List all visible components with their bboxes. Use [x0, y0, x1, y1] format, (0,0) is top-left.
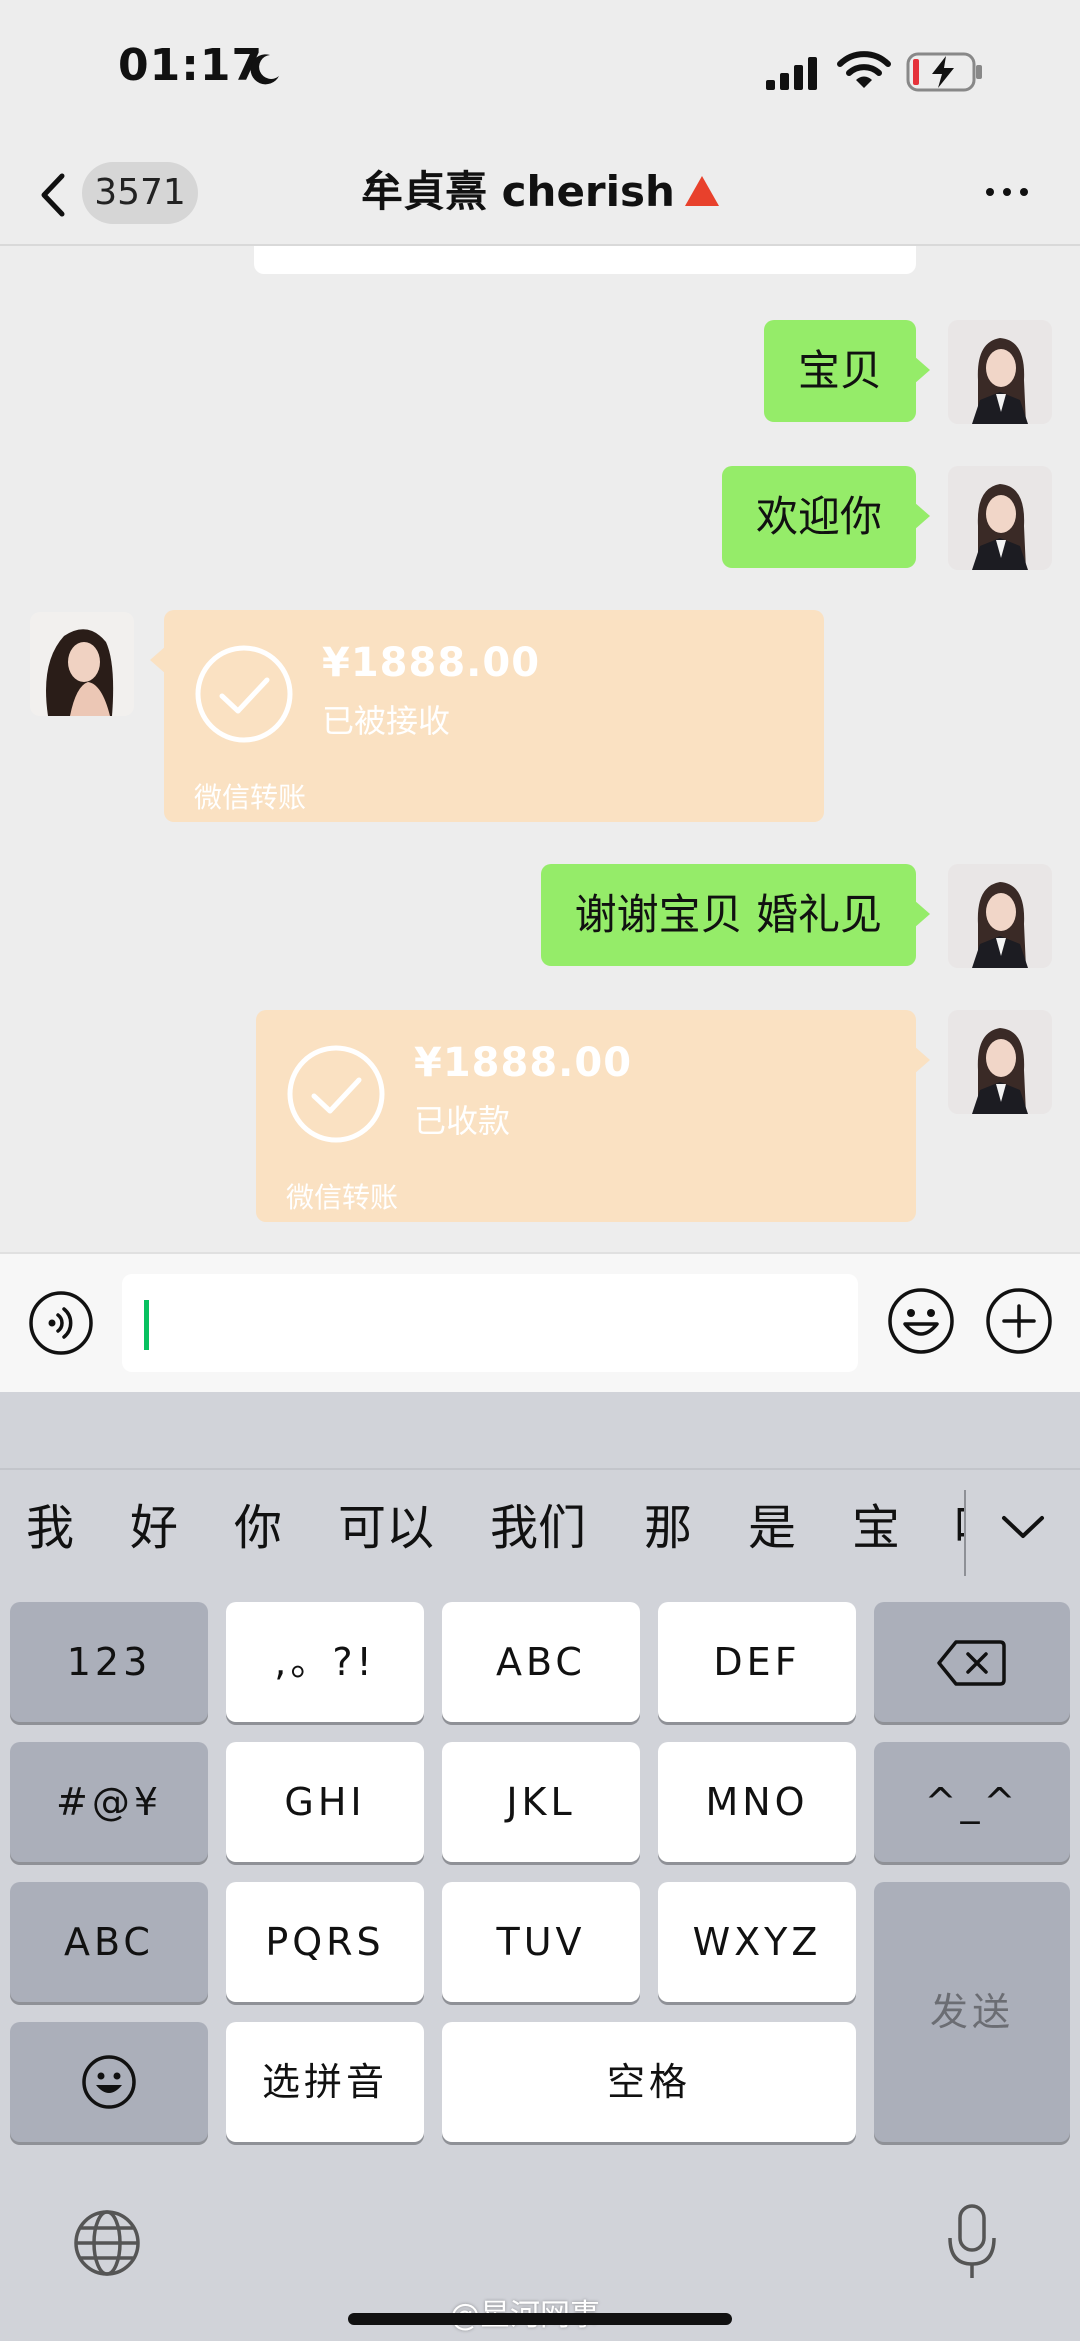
my-avatar[interactable]: [948, 320, 1052, 424]
chat-title-text: 牟貞熹 cherish: [361, 167, 675, 216]
back-icon[interactable]: [36, 170, 70, 220]
chevron-down-icon[interactable]: [998, 1510, 1048, 1544]
message-bubble[interactable]: 谢谢宝贝 婚礼见: [540, 864, 931, 966]
globe-icon[interactable]: [72, 2208, 142, 2278]
space-key[interactable]: 空格: [442, 2022, 856, 2142]
key-def[interactable]: DEF: [658, 1602, 856, 1722]
message-bubble[interactable]: 宝贝: [763, 320, 931, 422]
my-avatar[interactable]: [948, 864, 1052, 968]
battery-icon: [906, 52, 982, 92]
emoji-icon[interactable]: [886, 1286, 956, 1356]
key-123[interactable]: 123: [10, 1602, 208, 1722]
backspace-icon: [937, 1640, 1006, 1686]
key-wxyz[interactable]: WXYZ: [658, 1882, 856, 2002]
moon-icon: [250, 54, 279, 85]
voice-input-icon[interactable]: [28, 1290, 94, 1356]
candidate-word[interactable]: 吖: [954, 1498, 964, 1558]
more-options-icon[interactable]: [982, 176, 1032, 206]
my-avatar[interactable]: [948, 1010, 1052, 1114]
candidate-word[interactable]: 那: [644, 1498, 692, 1558]
emoji-key[interactable]: [10, 2022, 208, 2142]
transfer-status: 已收款: [414, 1102, 511, 1140]
transfer-amount: ¥1888.00: [414, 1040, 633, 1086]
transfer-label: 微信转账: [286, 1181, 399, 1214]
chat-title[interactable]: 牟貞熹 cherish: [240, 160, 840, 224]
emoji-icon: [82, 2055, 136, 2109]
key-abc[interactable]: ABC: [442, 1602, 640, 1722]
transfer-label: 微信转账: [194, 781, 307, 814]
key-kaomoji[interactable]: ^_^: [874, 1742, 1070, 1862]
triangle-emoji-icon: [684, 175, 719, 206]
message-input[interactable]: [122, 1274, 858, 1372]
signal-icon: [766, 57, 817, 90]
key-abc-switch[interactable]: ABC: [10, 1882, 208, 2002]
send-key[interactable]: 发送: [874, 1882, 1070, 2142]
candidate-word[interactable]: 是: [748, 1498, 796, 1558]
key-ghi[interactable]: GHI: [226, 1742, 424, 1862]
check-circle-icon: [195, 645, 293, 743]
unread-count-badge[interactable]: 3571: [82, 162, 198, 224]
status-time: 01:17: [118, 40, 264, 91]
keyboard: 我 好 你 可以 我们 那 是 宝 吖 123 ,。?! ABC DEF #@¥…: [0, 1392, 1080, 2341]
key-pqrs[interactable]: PQRS: [226, 1882, 424, 2002]
transfer-status: 已被接收: [322, 702, 451, 740]
key-jkl[interactable]: JKL: [442, 1742, 640, 1862]
wifi-icon: [837, 51, 891, 88]
backspace-key[interactable]: [874, 1602, 1070, 1722]
candidate-word[interactable]: 你: [234, 1498, 282, 1558]
check-circle-icon: [287, 1045, 385, 1143]
message-bubble[interactable]: 欢迎你: [721, 466, 931, 568]
key-select-pinyin[interactable]: 选拼音: [226, 2022, 424, 2142]
home-indicator[interactable]: [348, 2313, 732, 2325]
key-mno[interactable]: MNO: [658, 1742, 856, 1862]
plus-icon[interactable]: [984, 1286, 1054, 1356]
input-bar: [0, 1252, 1080, 1392]
transfer-amount: ¥1888.00: [322, 640, 541, 686]
candidate-word[interactable]: 我: [26, 1498, 74, 1558]
transfer-card[interactable]: ¥1888.00 已被接收 微信转账: [150, 610, 824, 822]
candidate-word[interactable]: 可以: [338, 1498, 434, 1558]
candidate-bar: 我 好 你 可以 我们 那 是 宝 吖: [0, 1468, 1080, 1586]
candidate-word[interactable]: 宝: [852, 1498, 900, 1558]
candidate-word[interactable]: 好: [130, 1498, 178, 1558]
watermark: @星河网事: [450, 2290, 600, 2334]
message-list[interactable]: 宝贝 欢迎你 ¥1888.00 已被接收 微信转账 谢谢宝贝 婚礼见 ¥1888…: [0, 246, 1080, 1252]
key-symbols[interactable]: #@¥: [10, 1742, 208, 1862]
my-avatar[interactable]: [948, 466, 1052, 570]
previous-message-card[interactable]: [254, 246, 916, 274]
candidate-word[interactable]: 我们: [490, 1498, 586, 1558]
key-tuv[interactable]: TUV: [442, 1882, 640, 2002]
contact-avatar[interactable]: [30, 612, 134, 716]
transfer-card[interactable]: ¥1888.00 已收款 微信转账: [256, 1010, 930, 1222]
microphone-icon[interactable]: [942, 2202, 1002, 2282]
key-punctuation[interactable]: ,。?!: [226, 1602, 424, 1722]
candidate-divider: [964, 1490, 966, 1576]
chat-header: 3571 牟貞熹 cherish: [0, 140, 1080, 246]
text-cursor: [144, 1300, 149, 1350]
